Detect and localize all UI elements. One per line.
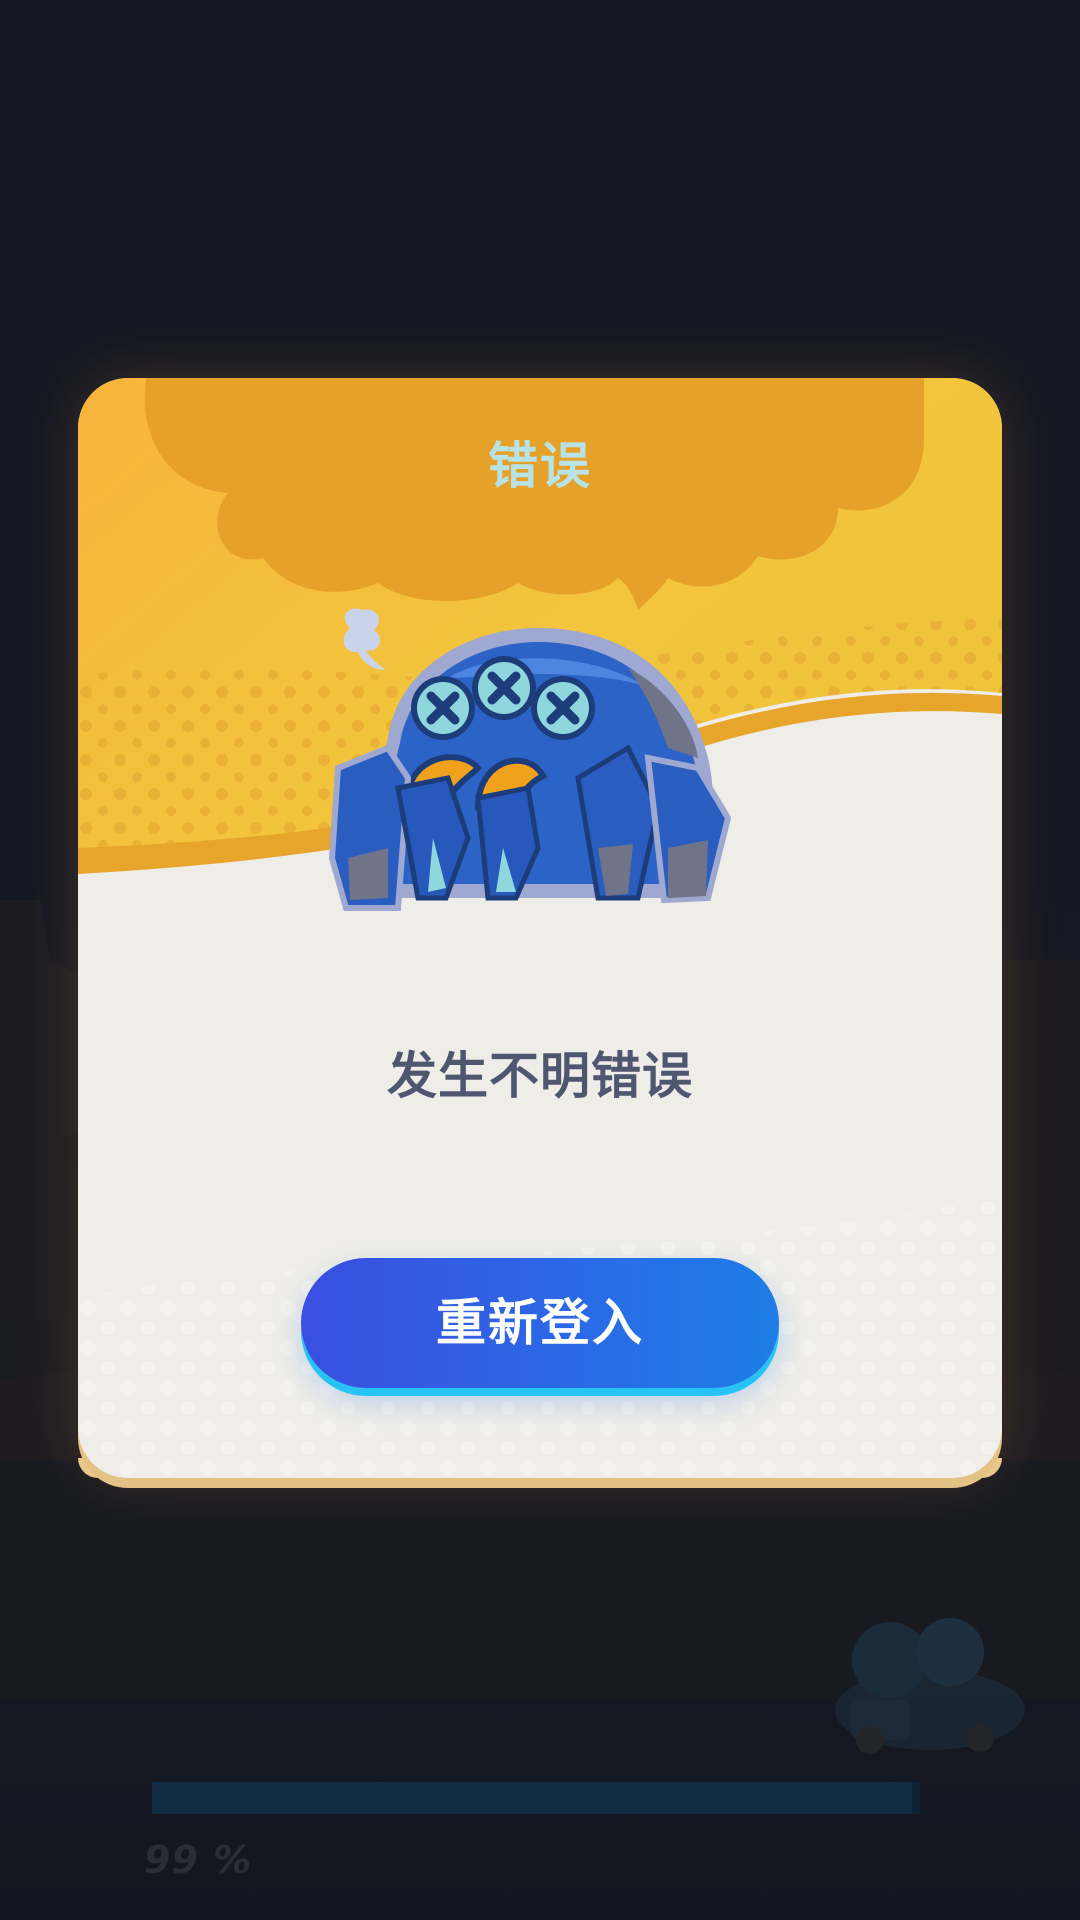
dialog-title: 错误 xyxy=(488,437,592,495)
loading-progress-text: 99 % xyxy=(144,1838,253,1882)
smoke-puff-icon xyxy=(343,608,386,670)
loading-progress-bar xyxy=(152,1782,920,1814)
error-dialog: 错误 发生不明错误 重新登入 xyxy=(78,378,1002,1478)
error-message: 发生不明错误 xyxy=(387,1047,693,1105)
car-mascot-silhouette xyxy=(835,1618,1025,1754)
loading-progress-fill xyxy=(152,1782,913,1814)
relogin-button-label: 重新登入 xyxy=(436,1295,644,1351)
dazed-spider-robot-icon xyxy=(328,608,732,911)
loading-screen: 99 % 错误 发生不明错误 重新登入 xyxy=(0,0,1080,1920)
relogin-button[interactable]: 重新登入 xyxy=(301,1258,779,1388)
